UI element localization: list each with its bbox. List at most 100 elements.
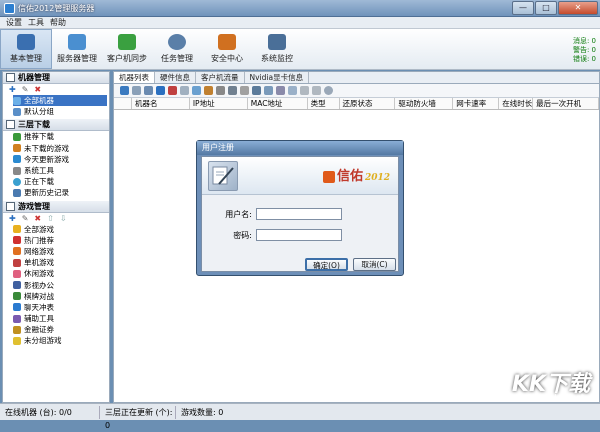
section-title: 游戏管理 [18, 201, 50, 211]
down-icon[interactable]: ⇩ [60, 214, 67, 223]
sidebar-item-ungrouped[interactable]: 未分组游戏 [3, 335, 109, 346]
system-monitor-button[interactable]: 系统监控 [252, 29, 302, 69]
menu-tools[interactable]: 工具 [28, 17, 44, 28]
dialog-title[interactable]: 用户注册 [197, 141, 403, 155]
delete-icon[interactable]: ✖ [34, 85, 41, 94]
sidebar-item-aux-tools[interactable]: 辅助工具 [3, 313, 109, 324]
up-icon[interactable]: ⇧ [47, 214, 54, 223]
sidebar-item-board-games[interactable]: 棋牌对战 [3, 291, 109, 302]
sidebar-item-downloading[interactable]: 正在下载 [3, 176, 109, 187]
sidebar-item-media-office[interactable]: 影视办公 [3, 279, 109, 290]
item-label: 推荐下载 [24, 132, 54, 142]
search-icon[interactable] [264, 86, 273, 95]
menu-settings[interactable]: 设置 [6, 17, 22, 28]
monitor-icon[interactable] [240, 86, 249, 95]
sidebar-item-single-games[interactable]: 单机游戏 [3, 257, 109, 268]
servers-icon [68, 34, 86, 50]
sidebar-item-not-downloaded[interactable]: 未下载的游戏 [3, 143, 109, 154]
sidebar-item-all-games[interactable]: 全部游戏 [3, 224, 109, 235]
column-ip[interactable]: IP地址 [190, 98, 248, 109]
sidebar-item-system-tools[interactable]: 系统工具 [3, 165, 109, 176]
item-label: 金融证券 [24, 325, 54, 335]
sidebar-item-hot[interactable]: 热门推荐 [3, 235, 109, 246]
pen-icon [208, 161, 238, 191]
edit-icon[interactable] [180, 86, 189, 95]
title-bar[interactable]: 信佑2012管理服务器 — □ ✕ [0, 0, 600, 17]
watermark-url: www.kkx.net [532, 393, 584, 402]
settings-icon[interactable] [252, 86, 261, 95]
status-updating: 三层正在更新 (个): 0 [100, 405, 176, 430]
sidebar-item-default-group[interactable]: 默认分组 [3, 106, 109, 117]
sidebar-item-recommended-download[interactable]: 推荐下载 [3, 131, 109, 142]
sidebar-item-update-history[interactable]: 更新历史记录 [3, 187, 109, 198]
column-nic-speed[interactable]: 网卡速率 [453, 98, 500, 109]
status-online-machines: 在线机器 (台): 0/0 [0, 405, 100, 419]
sidebar-item-casual-games[interactable]: 休闲游戏 [3, 268, 109, 279]
item-label: 热门推荐 [24, 235, 54, 245]
shutdown-icon[interactable] [216, 86, 225, 95]
edit-icon[interactable]: ✎ [22, 85, 29, 94]
sidebar-item-online-games[interactable]: 网络游戏 [3, 246, 109, 257]
cancel-button[interactable]: 取消(C) [353, 258, 396, 271]
brand-year: 2012 [365, 173, 391, 183]
select-icon[interactable] [132, 86, 141, 95]
tab-hardware-info[interactable]: 硬件信息 [155, 72, 196, 83]
column-restore-status[interactable]: 还原状态 [340, 98, 396, 109]
item-label: 未分组游戏 [24, 336, 62, 346]
sidebar-item-chat[interactable]: 聊天冲表 [3, 302, 109, 313]
status-bar: 在线机器 (台): 0/0 三层正在更新 (个): 0 游戏数量: 0 [0, 403, 600, 430]
delete-icon[interactable]: ✖ [34, 214, 41, 223]
tab-machine-list[interactable]: 机器列表 [114, 72, 155, 83]
security-center-button[interactable]: 安全中心 [202, 29, 252, 69]
password-input[interactable] [256, 229, 342, 241]
server-management-button[interactable]: 服务器管理 [52, 29, 102, 69]
sidebar-item-all-machines[interactable]: 全部机器 [13, 95, 107, 107]
tab-client-traffic[interactable]: 客户机流量 [196, 72, 245, 83]
joystick-icon [13, 258, 21, 267]
basic-management-button[interactable]: 基本管理 [0, 29, 52, 69]
back-icon[interactable] [312, 86, 321, 95]
column-checkbox[interactable] [114, 98, 132, 109]
games-section-header[interactable]: 游戏管理 [3, 200, 109, 213]
delete-icon[interactable] [168, 86, 177, 95]
ok-button[interactable]: 确定(O) [305, 258, 348, 271]
close-button[interactable]: ✕ [558, 1, 598, 15]
refresh-icon[interactable] [120, 86, 129, 95]
minimize-button[interactable]: — [512, 1, 534, 15]
edit-icon[interactable]: ✎ [22, 214, 29, 223]
sidebar-item-today-updates[interactable]: 今天更新游戏 [3, 154, 109, 165]
tab-nvidia-info[interactable]: Nvidia显卡信息 [245, 72, 310, 83]
task-management-button[interactable]: 任务管理 [152, 29, 202, 69]
message-icon[interactable] [288, 86, 297, 95]
sidebar-item-finance[interactable]: 金融证券 [3, 324, 109, 335]
group-icon[interactable] [144, 86, 153, 95]
screen-icon[interactable] [276, 86, 285, 95]
column-machine-name[interactable]: 机器名 [132, 98, 190, 109]
add-icon[interactable] [156, 86, 165, 95]
menu-help[interactable]: 帮助 [50, 17, 66, 28]
error-count: 错误: 0 [572, 55, 596, 63]
progress-icon [13, 177, 21, 186]
column-firewall[interactable]: 驱动防火墙 [395, 98, 454, 109]
add-icon[interactable]: ✚ [9, 85, 16, 94]
restart-icon[interactable] [204, 86, 213, 95]
download-section-header[interactable]: 三层下载 [3, 119, 109, 132]
globe-icon [13, 247, 21, 256]
forward-icon[interactable] [300, 86, 309, 95]
games-toolbar: ✚ ✎ ✖ ⇧ ⇩ [3, 213, 109, 224]
column-last-boot[interactable]: 最后一次开机 [533, 98, 599, 109]
column-type[interactable]: 类型 [308, 98, 340, 109]
wrench-icon [13, 314, 21, 323]
lock-icon[interactable] [228, 86, 237, 95]
password-row: 密码: [222, 229, 342, 241]
client-sync-button[interactable]: 客户机同步 [102, 29, 152, 69]
username-input[interactable] [256, 208, 342, 220]
add-icon[interactable]: ✚ [9, 214, 16, 223]
wake-icon[interactable] [192, 86, 201, 95]
machine-section-header[interactable]: 机器管理 [3, 72, 109, 84]
column-online-time[interactable]: 在线时长 [499, 98, 534, 109]
item-label: 未下载的游戏 [24, 143, 69, 153]
gear-icon[interactable] [324, 86, 333, 95]
column-mac[interactable]: MAC地址 [248, 98, 308, 109]
maximize-button[interactable]: □ [535, 1, 557, 15]
